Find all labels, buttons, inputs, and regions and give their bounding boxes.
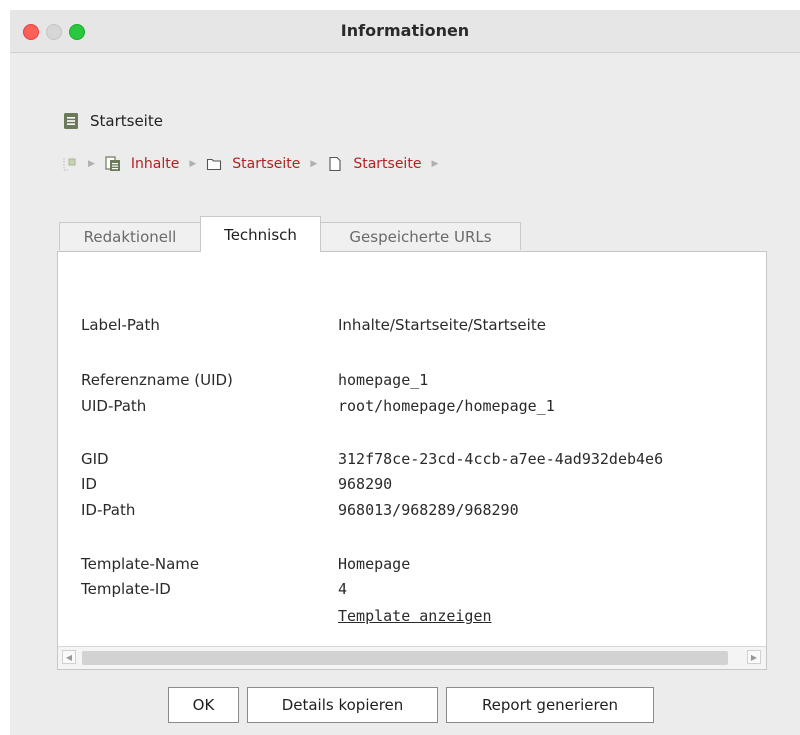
id-label: ID [81,475,97,493]
gid-label: GID [81,450,109,468]
breadcrumb-item-startseite-page[interactable]: Startseite [353,156,421,172]
breadcrumb-item-inhalte[interactable]: Inhalte [131,156,179,172]
gid-value: 312f78ce-23cd-4ccb-a7ee-4ad932deb4e6 [338,450,664,468]
ref-name-value: homepage_1 [338,371,429,389]
uid-path-value: root/homepage/homepage_1 [338,397,555,415]
label-path-label: Label-Path [81,316,160,334]
generate-report-button[interactable]: Report generieren [446,687,654,723]
template-id-value: 4 [338,580,348,598]
folder-icon [207,158,222,171]
tab-gespeicherte-urls[interactable]: Gespeicherte URLs [320,222,521,250]
tab-redaktionell[interactable]: Redaktionell [59,222,201,250]
template-id-label: Template-ID [81,580,171,598]
breadcrumb: ▶ Inhalte ▶ Startseite ▶ Startseite ▶ [62,153,448,175]
ref-name-label: Referenzname (UID) [81,371,233,389]
copy-details-button[interactable]: Details kopieren [247,687,438,723]
chevron-right-icon: ▶ [310,159,318,169]
id-path-label: ID-Path [81,501,136,519]
template-name-label: Template-Name [81,555,200,573]
chevron-right-icon: ▶ [189,159,197,169]
horizontal-scrollbar[interactable]: ◀ ▶ [58,646,766,669]
content-store-icon [105,156,120,171]
window-title: Informationen [340,21,470,40]
scrollbar-thumb[interactable] [82,651,728,665]
technical-info-panel: Label-Path Inhalte/Startseite/Startseite… [57,251,767,670]
template-name-value: Homepage [338,555,411,573]
uid-path-label: UID-Path [81,397,147,415]
scroll-right-icon[interactable]: ▶ [747,650,761,664]
label-path-value: Inhalte/Startseite/Startseite [338,316,546,334]
tab-technisch[interactable]: Technisch [200,216,321,252]
id-path-value: 968013/968289/968290 [338,501,519,519]
page-header: Startseite [64,110,163,132]
page-icon [329,156,341,172]
info-dialog: Informationen Startseite ▶ Inhalte ▶ Sta… [10,10,800,735]
scroll-left-icon[interactable]: ◀ [62,650,76,664]
chevron-right-icon: ▶ [431,159,439,169]
id-value: 968290 [338,475,393,493]
title-bar: Informationen [10,10,800,53]
chevron-right-icon: ▶ [88,159,95,169]
tree-root-icon [63,158,76,171]
page-title: Startseite [90,112,163,130]
breadcrumb-item-startseite-folder[interactable]: Startseite [232,156,300,172]
ok-button[interactable]: OK [168,687,239,723]
document-icon [64,113,78,129]
show-template-link[interactable]: Template anzeigen [338,607,492,625]
